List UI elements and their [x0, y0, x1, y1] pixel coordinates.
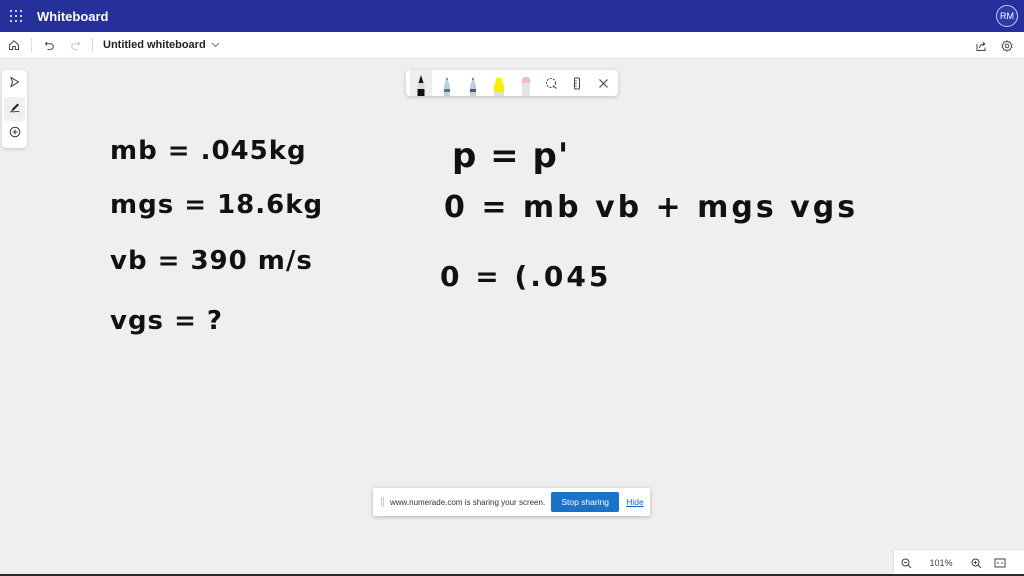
settings-icon[interactable]	[994, 33, 1020, 59]
ruler-icon[interactable]	[567, 70, 589, 96]
redo-icon[interactable]	[62, 32, 88, 58]
undo-icon[interactable]	[36, 32, 62, 58]
app-launcher-icon[interactable]	[10, 10, 22, 22]
document-title[interactable]: Untitled whiteboard	[103, 39, 206, 51]
pointer-icon	[9, 75, 20, 93]
zoom-in-icon[interactable]	[964, 551, 988, 575]
lasso-icon[interactable]	[541, 70, 563, 96]
share-message: www.numerade.com is sharing your screen.	[390, 497, 546, 507]
stop-sharing-button[interactable]: Stop sharing	[551, 492, 620, 512]
screen-share-banner: www.numerade.com is sharing your screen.…	[373, 488, 650, 516]
divider	[31, 38, 32, 52]
title-bar: Whiteboard RM	[0, 0, 1024, 32]
inking-tool-button[interactable]	[4, 97, 25, 121]
yellow-highlighter[interactable]	[489, 70, 511, 96]
blue-pen[interactable]	[462, 70, 484, 96]
avatar[interactable]: RM	[996, 5, 1018, 27]
divider	[92, 38, 93, 52]
zoom-level: 101%	[929, 558, 953, 568]
ink-equation: mgs = 18.6kg	[110, 190, 324, 220]
ink-equation: vgs = ?	[110, 306, 224, 336]
plus-circle-icon	[9, 125, 21, 143]
select-tool-button[interactable]	[4, 72, 25, 95]
zoom-out-icon[interactable]	[894, 551, 918, 575]
zoom-bar: 101%	[893, 549, 1024, 576]
ink-equation: vb = 390 m/s	[110, 246, 313, 276]
eraser[interactable]	[515, 70, 537, 96]
drag-handle[interactable]	[381, 497, 384, 507]
chevron-down-icon[interactable]	[211, 42, 220, 48]
hide-link[interactable]: Hide	[626, 497, 643, 507]
fit-to-screen-icon[interactable]	[988, 551, 1012, 575]
tool-rail	[2, 70, 27, 148]
black-pen[interactable]	[410, 70, 432, 96]
ink-toolbar	[406, 70, 618, 96]
app-title: Whiteboard	[37, 8, 109, 24]
pen-icon	[9, 100, 21, 118]
ink-equation: 0 = mb vb + mgs vgs	[444, 190, 859, 225]
home-icon[interactable]	[1, 32, 27, 58]
share-icon[interactable]	[968, 33, 994, 59]
ink-equation: mb = .045kg	[110, 136, 307, 166]
command-bar: Untitled whiteboard	[0, 32, 1024, 59]
ink-equation: p = p'	[452, 136, 570, 176]
teal-pen[interactable]	[436, 70, 458, 96]
ink-equation: 0 = (.045	[440, 260, 612, 293]
close-icon[interactable]	[592, 70, 614, 96]
add-button[interactable]	[4, 123, 25, 146]
